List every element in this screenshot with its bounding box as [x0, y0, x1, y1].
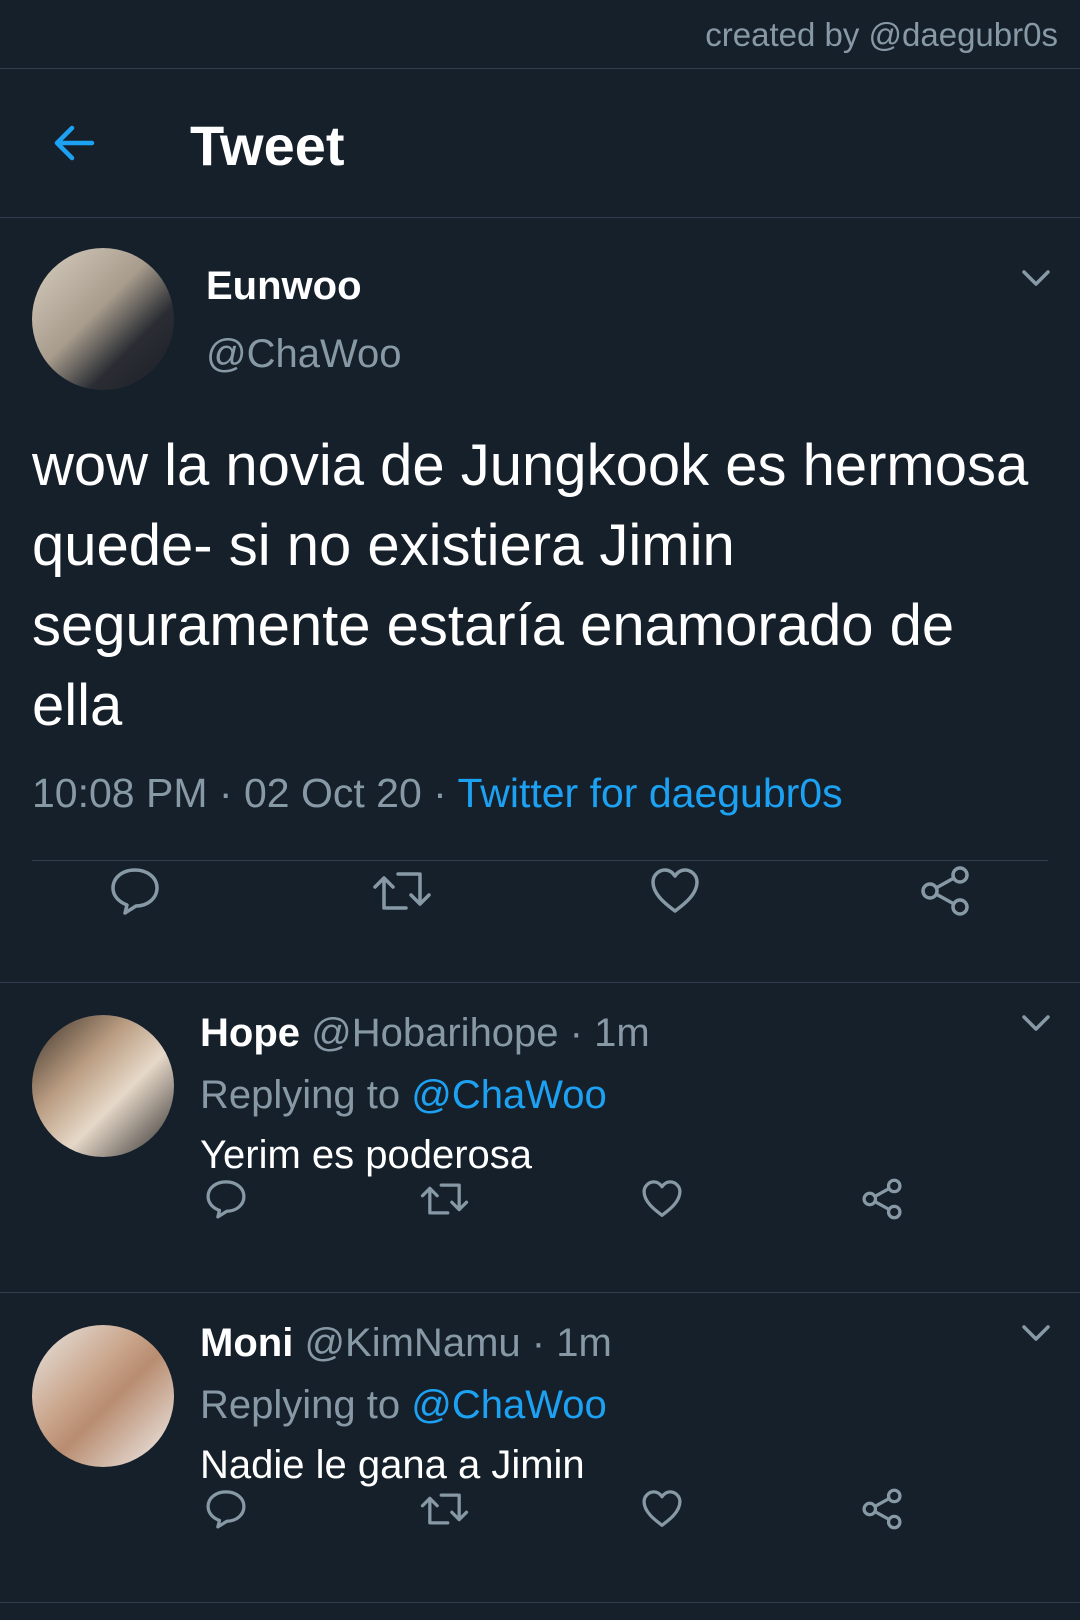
reply-time: · 1m	[531, 1321, 612, 1365]
chevron-down-icon[interactable]	[1018, 1005, 1054, 1041]
retweet-icon[interactable]	[372, 864, 432, 918]
tweet-meta: 10:08 PM · 02 Oct 20 · Twitter for daegu…	[32, 770, 843, 817]
reply-tweet[interactable]: Moni @KimNamu · 1m Replying to @ChaWoo N…	[0, 1293, 1080, 1603]
replying-to-mention[interactable]: @ChaWoo	[411, 1073, 607, 1117]
share-icon[interactable]	[860, 1177, 904, 1221]
reply-icon[interactable]	[204, 1177, 248, 1221]
top-bar: Tweet	[0, 69, 1080, 218]
replying-to: Replying to @ChaWoo	[200, 1383, 607, 1428]
avatar[interactable]	[32, 1325, 174, 1467]
tweet-date: 02 Oct 20	[243, 770, 422, 816]
back-arrow-icon[interactable]	[48, 117, 100, 169]
reply-header: Hope @Hobarihope · 1m	[200, 1011, 650, 1056]
reply-author-handle[interactable]: @KimNamu	[304, 1321, 520, 1365]
replying-to: Replying to @ChaWoo	[200, 1073, 607, 1118]
page-title: Tweet	[190, 114, 345, 177]
reply-tweet[interactable]: Hope @Hobarihope · 1m Replying to @ChaWo…	[0, 983, 1080, 1293]
like-icon[interactable]	[640, 1487, 684, 1531]
main-tweet: Eunwoo @ChaWoo wow la novia de Jungkook …	[0, 218, 1080, 983]
like-icon[interactable]	[648, 864, 702, 918]
share-icon[interactable]	[860, 1487, 904, 1531]
meta-separator: ·	[433, 770, 447, 816]
replying-to-label: Replying to	[200, 1383, 401, 1427]
reply-text: Yerim es poderosa	[200, 1133, 533, 1177]
credit-text: created by @daegubr0s	[705, 16, 1058, 53]
reply-text: Nadie le gana a Jimin	[200, 1443, 585, 1487]
chevron-down-icon[interactable]	[1018, 260, 1054, 296]
tweet-text: wow la novia de Jungkook es hermosa qued…	[32, 433, 1029, 738]
reply-author-handle[interactable]: @Hobarihope	[311, 1011, 558, 1055]
like-icon[interactable]	[640, 1177, 684, 1221]
retweet-icon[interactable]	[420, 1487, 469, 1531]
reply-time: · 1m	[569, 1011, 650, 1055]
reply-icon[interactable]	[204, 1487, 248, 1531]
meta-separator: ·	[218, 770, 233, 816]
author-name[interactable]: Eunwoo	[206, 264, 362, 309]
tweet-source-link[interactable]: Twitter for daegubr0s	[457, 770, 842, 816]
chevron-down-icon[interactable]	[1018, 1315, 1054, 1351]
credit-bar: created by @daegubr0s	[0, 0, 1080, 69]
author-handle[interactable]: @ChaWoo	[206, 332, 402, 377]
replying-to-label: Replying to	[200, 1073, 401, 1117]
avatar[interactable]	[32, 1015, 174, 1157]
divider	[32, 860, 1048, 861]
retweet-icon[interactable]	[420, 1177, 469, 1221]
avatar[interactable]	[32, 248, 174, 390]
reply-header: Moni @KimNamu · 1m	[200, 1321, 612, 1366]
replying-to-mention[interactable]: @ChaWoo	[411, 1383, 607, 1427]
reply-author-name[interactable]: Hope	[200, 1011, 300, 1055]
tweet-time: 10:08 PM	[32, 770, 208, 816]
share-icon[interactable]	[918, 864, 972, 918]
reply-author-name[interactable]: Moni	[200, 1321, 293, 1365]
reply-icon[interactable]	[108, 864, 162, 918]
